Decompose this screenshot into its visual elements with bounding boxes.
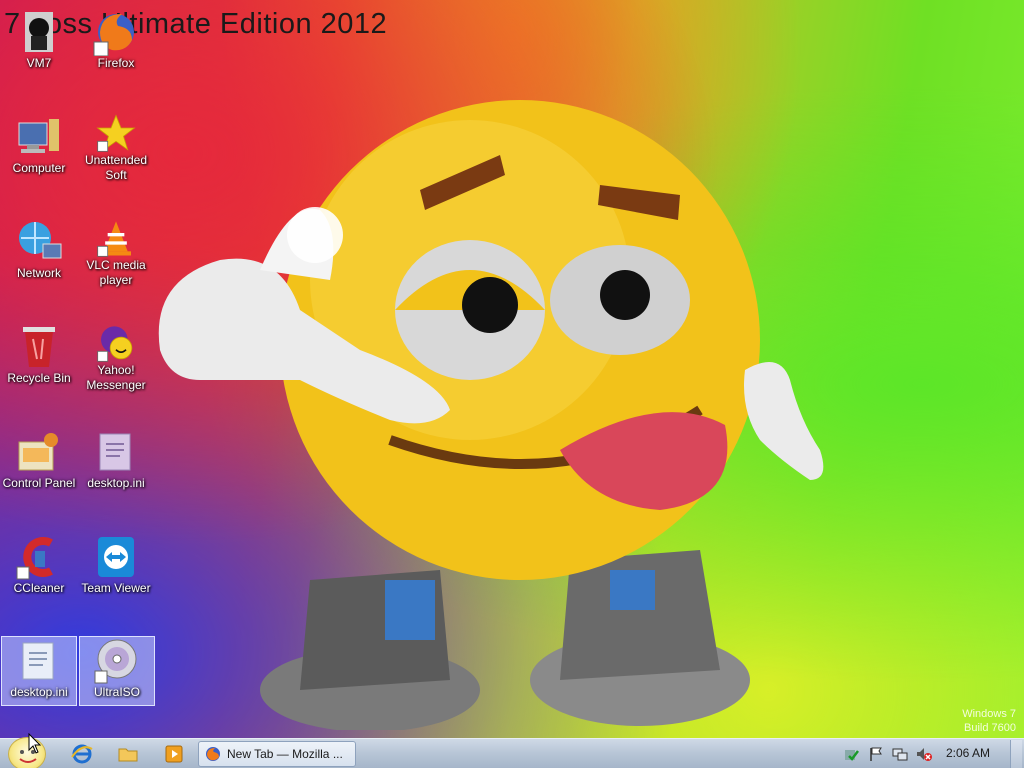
desktop-icon-desktop-ini[interactable]: desktop.ini bbox=[78, 428, 154, 498]
network-tray-icon[interactable] bbox=[892, 746, 908, 762]
desktop-icon-label: Team Viewer bbox=[81, 581, 151, 595]
desktop-icon-label: Network bbox=[16, 266, 61, 280]
flag-icon[interactable] bbox=[868, 746, 884, 762]
desktop-icon-yahoo-messenger[interactable]: Yahoo! Messenger bbox=[78, 323, 154, 393]
firefox-icon bbox=[93, 14, 134, 56]
desktop-icon-ultraiso[interactable]: UltraISO bbox=[79, 636, 155, 706]
computer-icon bbox=[18, 119, 59, 153]
folder-icon bbox=[118, 748, 138, 762]
desktop-icon-label: Computer bbox=[12, 161, 66, 175]
disc-icon bbox=[94, 639, 137, 684]
show-desktop-button[interactable] bbox=[1010, 740, 1022, 768]
quick-launch-internet-explorer[interactable] bbox=[70, 743, 94, 765]
desktop-icon-label: desktop.ini bbox=[87, 476, 145, 490]
desktop-icon-label: CCleaner bbox=[13, 581, 65, 595]
desktop-icon-ccleaner[interactable]: CCleaner bbox=[1, 533, 77, 603]
control-panel-icon bbox=[18, 433, 58, 471]
star-icon bbox=[96, 114, 136, 152]
taskbar-clock[interactable]: 2:06 AM bbox=[946, 746, 990, 760]
desktop-icon-label: Unattended Soft bbox=[84, 153, 148, 182]
desktop-icon-desktop-ini-selected[interactable]: desktop.ini bbox=[1, 636, 77, 706]
desktop-icon-label: Control Panel bbox=[2, 476, 76, 490]
watermark-line-1: Windows 7 bbox=[962, 708, 1016, 720]
vm7-icon bbox=[25, 12, 53, 52]
recycle-bin-icon bbox=[23, 327, 55, 367]
media-player-icon bbox=[165, 745, 183, 763]
smiley-mascot-illustration bbox=[158, 100, 824, 730]
desktop-icon-label: VLC media player bbox=[86, 258, 146, 287]
os-watermark: Windows 7 Build 7600 bbox=[962, 707, 1016, 735]
desktop-icon-control-panel[interactable]: Control Panel bbox=[1, 428, 77, 498]
quick-launch-media-player[interactable] bbox=[162, 743, 186, 765]
teamviewer-icon bbox=[98, 537, 134, 577]
internet-explorer-icon bbox=[71, 744, 93, 764]
desktop-icon-team-viewer[interactable]: Team Viewer bbox=[78, 533, 154, 603]
desktop-icon-vlc[interactable]: VLC media player bbox=[78, 218, 154, 288]
watermark-line-2: Build 7600 bbox=[964, 722, 1016, 734]
network-icon bbox=[19, 222, 62, 259]
desktop-icon-unattended-soft[interactable]: Unattended Soft bbox=[78, 113, 154, 183]
desktop-icon-label: Firefox bbox=[97, 56, 135, 70]
security-check-icon[interactable] bbox=[843, 746, 859, 762]
ccleaner-icon bbox=[16, 537, 53, 580]
taskbar: New Tab — Mozilla ... 2:06 AM bbox=[0, 737, 1024, 768]
desktop-icon-computer[interactable]: Computer bbox=[1, 113, 77, 183]
desktop-icon-label: UltraISO bbox=[93, 685, 140, 699]
mouse-pointer-icon bbox=[28, 733, 42, 754]
desktop-icon-network[interactable]: Network bbox=[1, 218, 77, 288]
desktop-icon-label: VM7 bbox=[26, 56, 52, 70]
yahoo-messenger-icon bbox=[97, 326, 133, 362]
desktop-icon-recycle-bin[interactable]: Recycle Bin bbox=[1, 323, 77, 393]
taskbar-button-firefox-new-tab[interactable]: New Tab — Mozilla ... bbox=[198, 741, 356, 767]
vlc-icon bbox=[97, 221, 131, 257]
desktop-icon-label: desktop.ini bbox=[10, 685, 68, 699]
ini-file-icon bbox=[22, 642, 54, 680]
ini-file-icon bbox=[99, 433, 131, 471]
desktop-icon-firefox[interactable]: Firefox bbox=[78, 8, 154, 78]
desktop-icon-vm7[interactable]: VM7 bbox=[1, 8, 77, 78]
taskbar-button-label: New Tab — Mozilla ... bbox=[227, 747, 343, 761]
desktop-icon-label: Recycle Bin bbox=[7, 371, 71, 385]
desktop-icon-label: Yahoo! Messenger bbox=[86, 363, 146, 392]
volume-muted-icon[interactable] bbox=[916, 746, 932, 762]
quick-launch-explorer[interactable] bbox=[116, 743, 140, 765]
firefox-icon bbox=[206, 747, 220, 761]
